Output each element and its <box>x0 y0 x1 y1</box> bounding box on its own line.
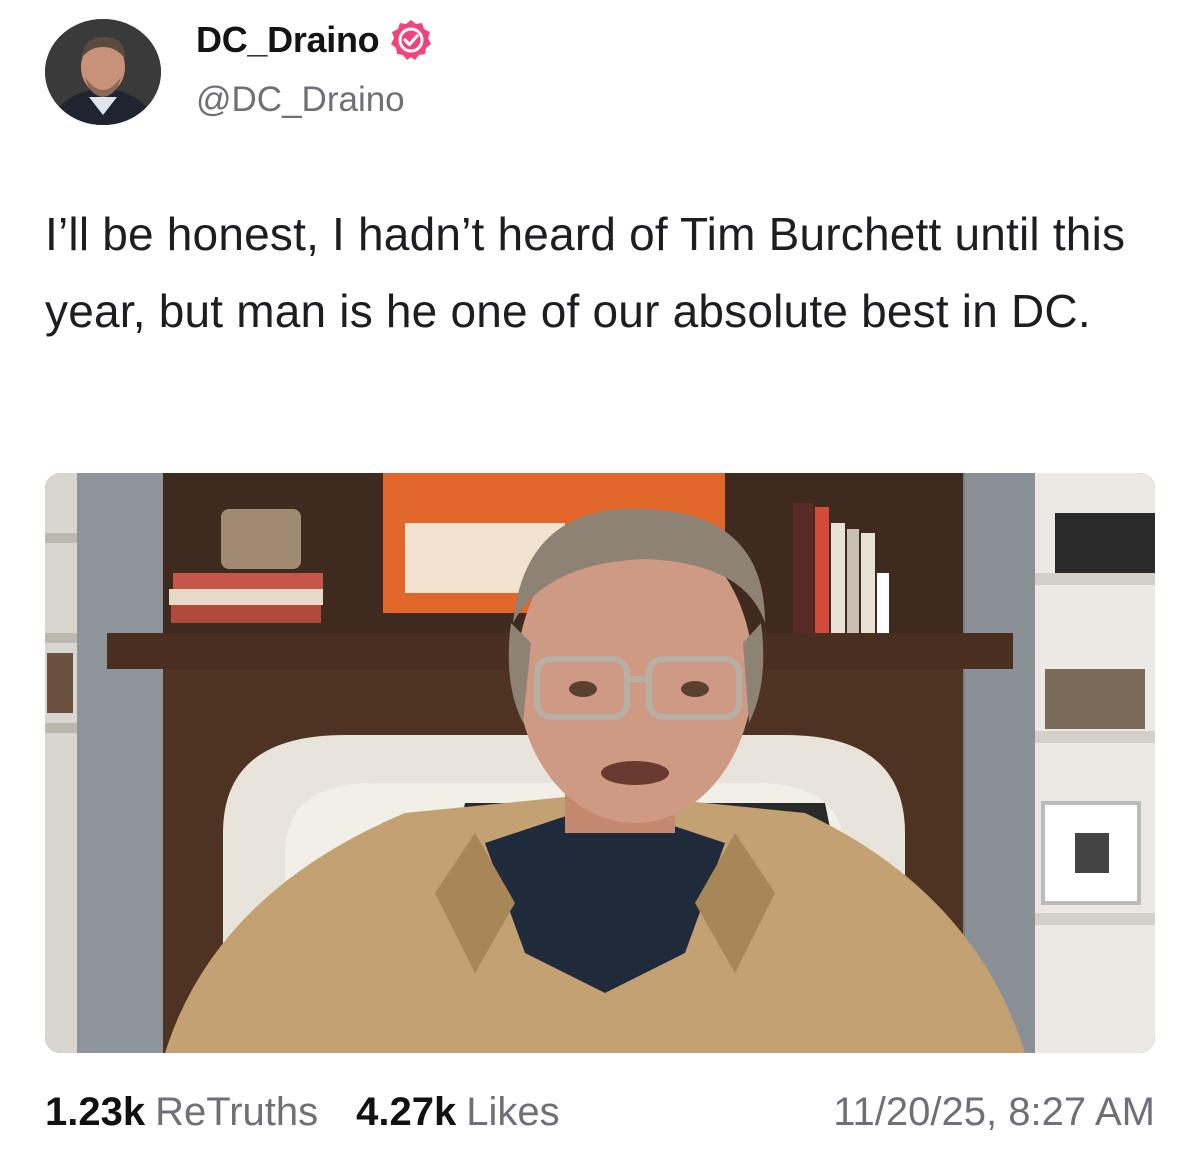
avatar[interactable] <box>45 19 161 125</box>
avatar-photo <box>45 19 161 125</box>
likes-stat[interactable]: 4.27k Likes <box>356 1090 560 1135</box>
author-display-name[interactable]: DC_Draino <box>196 19 380 61</box>
retruths-count: 1.23k <box>45 1089 146 1134</box>
post-text: I’ll be honest, I hadn’t heard of Tim Bu… <box>45 208 1126 337</box>
likes-count: 4.27k <box>356 1089 457 1134</box>
likes-label: Likes <box>466 1089 560 1134</box>
video-frame-image <box>45 473 1155 1053</box>
post-timestamp[interactable]: 11/20/25, 8:27 AM <box>833 1090 1155 1135</box>
verified-badge-icon <box>389 18 433 62</box>
post-stats: 1.23k ReTruths 4.27k Likes 11/20/25, 8:2… <box>45 1082 1155 1142</box>
retruths-stat[interactable]: 1.23k ReTruths <box>45 1090 318 1135</box>
post-media[interactable] <box>45 473 1155 1053</box>
author-handle[interactable]: @DC_Draino <box>196 80 405 120</box>
author-name[interactable]: DC_Draino <box>196 18 433 62</box>
post-card: DC_Draino @DC_Draino I’ll be honest, I h… <box>0 0 1200 1160</box>
retruths-label: ReTruths <box>155 1089 319 1134</box>
